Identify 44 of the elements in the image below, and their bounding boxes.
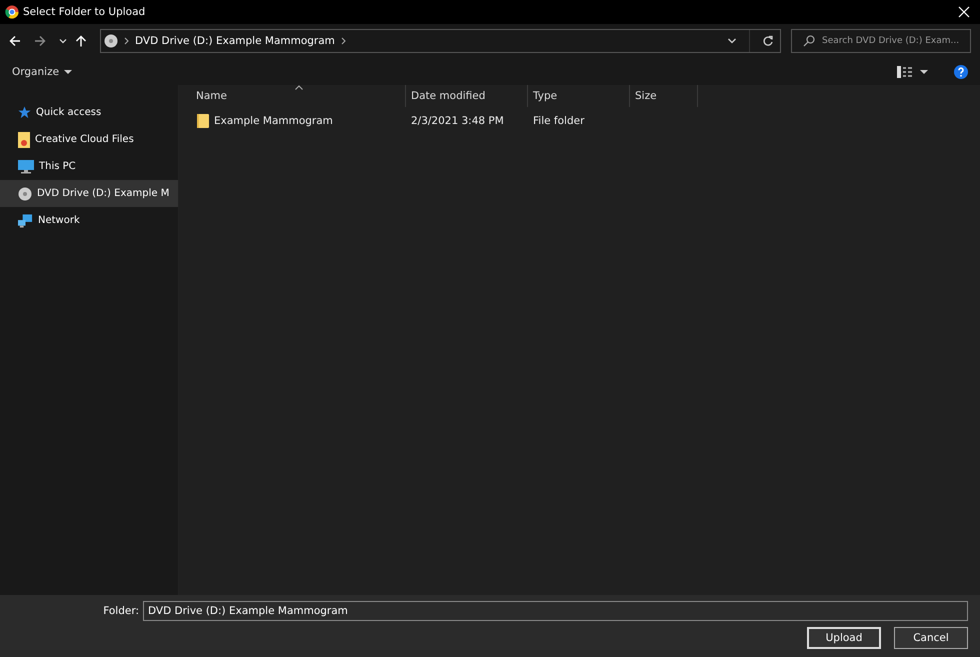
sidebar-item[interactable]: This PC — [0, 153, 178, 180]
disc-icon — [18, 186, 32, 200]
sidebar-item[interactable]: Network — [0, 207, 178, 234]
disc-icon — [104, 34, 118, 48]
view-options-icon[interactable] — [897, 66, 913, 78]
organize-button[interactable]: Organize — [12, 66, 72, 78]
dropdown-caret-icon[interactable] — [59, 37, 67, 45]
caret-icon — [64, 68, 72, 74]
close-icon[interactable] — [958, 6, 970, 18]
star-icon — [18, 106, 31, 119]
refresh-icon[interactable] — [762, 35, 774, 47]
folder-field[interactable]: DVD Drive (D:) Example Mammogram — [143, 601, 968, 621]
dialog-button[interactable]: Cancel — [894, 627, 968, 649]
caret-icon[interactable] — [920, 68, 928, 74]
folder-cloud-icon — [18, 132, 30, 148]
forward-arrow-icon[interactable] — [34, 35, 46, 47]
table-cell-text: 2/3/2021 3:48 PM — [410, 114, 505, 126]
column-header[interactable]: Date modified — [406, 85, 528, 107]
network-icon — [18, 214, 33, 228]
sidebar-item[interactable]: Quick access — [0, 99, 178, 126]
table-cell: Example Mammogram — [191, 114, 406, 128]
monitor-icon — [18, 160, 34, 174]
address-path[interactable]: DVD Drive (D:) Example Mammogram — [135, 35, 335, 47]
address-bar[interactable]: DVD Drive (D:) Example Mammogram — [100, 29, 781, 53]
search-icon — [803, 35, 815, 47]
dialog-button[interactable]: Upload — [807, 627, 881, 649]
sidebar-item[interactable]: DVD Drive (D:) Example M — [0, 180, 178, 207]
column-header[interactable]: Name — [191, 85, 406, 107]
chevron-icon — [124, 37, 129, 45]
sidebar-item[interactable]: Creative Cloud Files — [0, 126, 178, 153]
chevron-icon[interactable] — [340, 37, 346, 45]
column-header[interactable]: Size — [630, 85, 698, 107]
folder-label: Folder: — [103, 605, 139, 617]
up-arrow-icon[interactable] — [75, 35, 87, 47]
app-icon — [5, 5, 19, 19]
dropdown-caret-icon[interactable] — [727, 36, 737, 46]
window-title: Select Folder to Upload — [23, 6, 146, 18]
column-header[interactable]: Type — [528, 85, 630, 107]
help-icon[interactable] — [954, 64, 968, 78]
back-arrow-icon[interactable] — [9, 35, 21, 47]
table-cell-text: File folder — [532, 114, 586, 126]
search-field[interactable]: Search DVD Drive (D:) Exam... — [791, 29, 971, 53]
folder-icon — [197, 114, 209, 128]
sort-caret-icon — [295, 85, 303, 90]
